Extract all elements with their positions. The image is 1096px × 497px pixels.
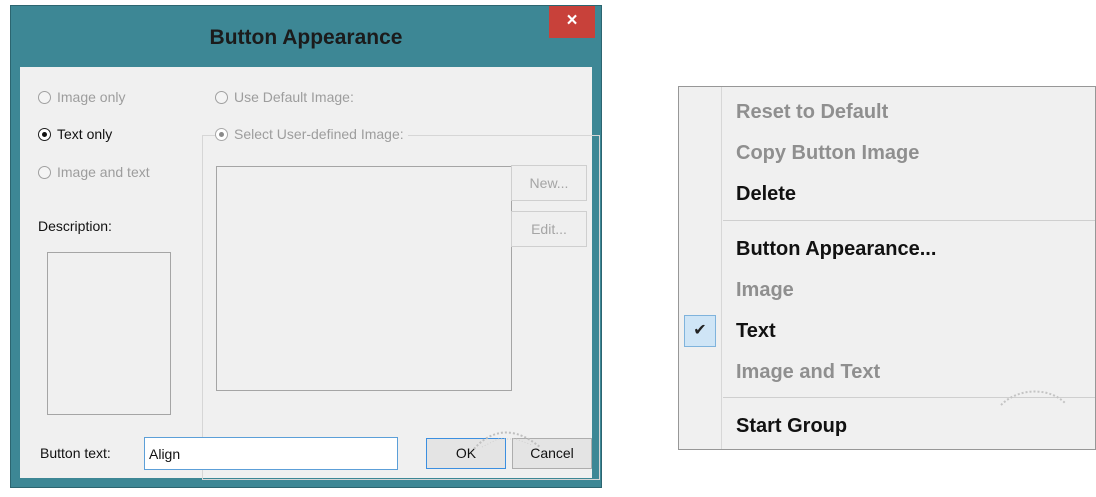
menu-item-image[interactable]: Image (736, 279, 794, 302)
radio-image-only[interactable]: Image only (38, 89, 125, 105)
radio-label: Text only (57, 126, 113, 142)
radio-label: Image and text (57, 164, 150, 180)
dialog-title: Button Appearance (209, 26, 403, 49)
close-icon: × (566, 10, 578, 31)
menu-item-delete[interactable]: Delete (736, 183, 796, 206)
menu-item-copy-button-image[interactable]: Copy Button Image (736, 142, 919, 165)
radio-icon (215, 90, 228, 104)
radio-icon (38, 165, 51, 179)
button-appearance-dialog: Button Appearance × Image only Text only… (10, 5, 602, 488)
description-box (47, 252, 171, 415)
image-preview-area[interactable] (216, 166, 512, 391)
new-button[interactable]: New... (511, 165, 587, 201)
radio-icon (38, 127, 51, 141)
radio-icon (215, 127, 228, 141)
radio-icon (38, 90, 51, 104)
radio-image-and-text[interactable]: Image and text (38, 164, 150, 180)
radio-label: Select User-defined Image: (234, 126, 404, 142)
radio-use-default-image[interactable]: Use Default Image: (215, 89, 354, 105)
cursor-hand-icon (473, 431, 541, 450)
description-label: Description: (38, 218, 112, 234)
menu-item-button-appearance[interactable]: Button Appearance... (736, 238, 936, 261)
radio-text-only[interactable]: Text only (38, 126, 112, 142)
menu-item-start-group[interactable]: Start Group (736, 415, 847, 438)
menu-item-text[interactable]: Text (736, 320, 776, 343)
cursor-hand-icon (1000, 390, 1066, 406)
context-menu: Reset to Default Copy Button Image Delet… (678, 86, 1096, 450)
edit-button[interactable]: Edit... (511, 211, 587, 247)
menu-item-reset-to-default[interactable]: Reset to Default (736, 101, 888, 124)
radio-label: Use Default Image: (234, 89, 354, 105)
checkmark-icon: ✔ (684, 315, 716, 347)
radio-select-user-defined-image[interactable]: Select User-defined Image: (215, 126, 408, 142)
menu-separator (723, 220, 1095, 221)
menu-gutter-divider (721, 87, 722, 449)
close-button[interactable]: × (549, 6, 595, 38)
dialog-client-area: Image only Text only Image and text Use … (20, 67, 600, 480)
button-text-label: Button text: (40, 445, 111, 461)
title-bar[interactable]: Button Appearance × (11, 6, 601, 66)
button-text-input[interactable]: Align (144, 437, 398, 470)
radio-label: Image only (57, 89, 126, 105)
menu-item-image-and-text[interactable]: Image and Text (736, 361, 880, 384)
